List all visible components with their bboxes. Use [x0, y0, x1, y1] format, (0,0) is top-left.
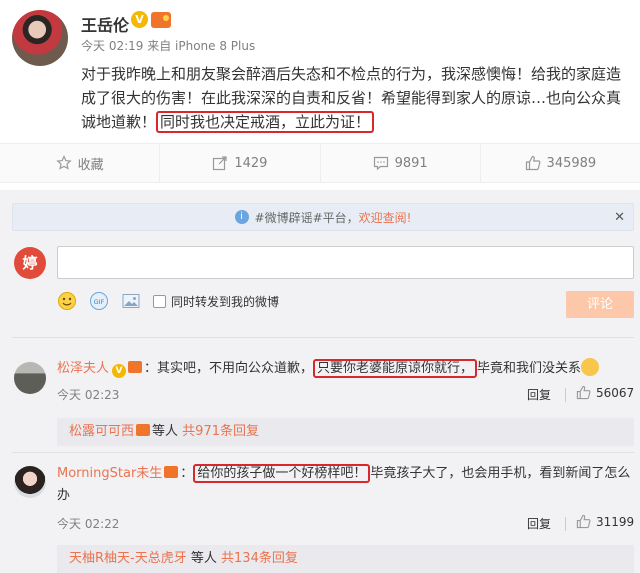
comment-text: ：其实吧，不用向公众道歉，	[144, 361, 314, 376]
comment-input[interactable]	[57, 246, 634, 279]
comment-like-count: 31199	[596, 514, 635, 529]
like-icon	[576, 385, 591, 400]
vip-badge-icon	[128, 361, 143, 373]
sub-replier-name[interactable]: 松露可可西	[69, 424, 134, 439]
comment-highlight: 只要你老婆能原谅你就行，	[313, 359, 478, 378]
verified-icon: V	[112, 364, 127, 378]
sub-reply-mid: 等人	[152, 424, 179, 439]
comment-like-count: 56067	[596, 385, 635, 400]
comment-like-button[interactable]: 31199	[576, 514, 634, 529]
comment-like-button[interactable]: 56067	[576, 385, 634, 400]
commenter-avatar[interactable]	[14, 466, 46, 498]
divider	[12, 452, 634, 453]
comment-icon	[373, 156, 388, 171]
commenter-avatar[interactable]	[14, 362, 46, 394]
comment-body: MorningStar未生：给你的孩子做一个好榜样吧！ 毕竟孩子大了，也会用手机，…	[57, 463, 634, 507]
comment-text: ：	[180, 466, 194, 481]
comment-highlight: 给你的孩子做一个好榜样吧！	[193, 464, 371, 483]
emoji-icon[interactable]	[57, 291, 77, 311]
star-icon	[55, 155, 72, 170]
submit-comment-button[interactable]: 评论	[566, 291, 634, 318]
composer-toolbar: GIF 同时转发到我的微博	[57, 291, 279, 311]
laugh-emoji-icon	[581, 358, 600, 376]
share-icon	[213, 156, 227, 171]
sub-reply-count[interactable]: 共134条回复	[221, 551, 298, 566]
share-button[interactable]: 1429	[160, 144, 321, 182]
like-count: 345989	[546, 155, 597, 171]
comment-body: 松泽夫人 V ：其实吧，不用向公众道歉， 只要你老婆能原谅你就行， 毕竟和我们没关系	[57, 358, 634, 380]
close-icon[interactable]: ✕	[614, 210, 625, 225]
favorite-label: 收藏	[77, 157, 104, 173]
post-content: 对于我昨晚上和朋友聚会醉酒后失态和不检点的行为，我深感懊悔！给我的家庭造成了很大…	[81, 62, 633, 134]
post-action-bar: 收藏 1429 9891 345989	[0, 143, 640, 183]
post-content-highlight: 同时我也决定戒酒，立此为证！	[156, 111, 375, 133]
forward-checkbox[interactable]	[153, 294, 166, 308]
like-icon	[525, 155, 540, 171]
rumor-notice-bar: i #微博辟谣#平台， 欢迎查阅! ✕	[12, 203, 634, 231]
post-card: 王岳伦 V 今天 02:19 来自 iPhone 8 Plus 对于我昨晚上和朋…	[0, 0, 640, 143]
sub-replies-box[interactable]: 松露可可西 等人 共971条回复	[57, 418, 634, 446]
sub-reply-count[interactable]: 共971条回复	[182, 424, 259, 439]
sub-replies-box[interactable]: 天柚R柚天-天总虎牙 等人 共134条回复	[57, 545, 634, 573]
notice-text: #微博辟谣#平台，	[254, 210, 359, 225]
poster-avatar[interactable]	[12, 10, 68, 66]
image-icon[interactable]	[121, 291, 141, 311]
like-icon	[576, 514, 591, 529]
commenter-name[interactable]: 松泽夫人	[57, 361, 109, 376]
vip-badge-icon	[136, 424, 151, 436]
favorite-button[interactable]: 收藏	[0, 144, 161, 182]
vip-badge-icon[interactable]	[151, 12, 171, 28]
notice-link[interactable]: 欢迎查阅!	[359, 209, 412, 226]
reply-button[interactable]: 回复	[527, 515, 551, 532]
gif-icon[interactable]: GIF	[89, 291, 109, 311]
svg-text:GIF: GIF	[94, 298, 105, 306]
comment-time: 今天 02:22	[57, 517, 120, 531]
forward-label: 同时转发到我的微博	[171, 294, 280, 309]
comment-time: 今天 02:23	[57, 388, 120, 402]
info-icon: i	[234, 210, 249, 224]
comment-count: 9891	[394, 155, 428, 171]
comment-button[interactable]: 9891	[321, 144, 481, 182]
comment-text-after: 毕竟和我们没关系	[477, 361, 582, 376]
poster-username[interactable]: 王岳伦	[81, 12, 129, 36]
share-count: 1429	[234, 155, 268, 171]
divider	[12, 337, 634, 338]
my-avatar[interactable]: 婷	[14, 247, 46, 279]
commenter-name[interactable]: MorningStar未生	[57, 466, 162, 481]
vip-badge-icon	[164, 466, 179, 478]
separator	[565, 517, 566, 531]
verified-icon: V	[131, 11, 148, 28]
reply-button[interactable]: 回复	[527, 386, 551, 403]
sub-reply-mid: 等人	[190, 551, 217, 566]
separator	[565, 388, 566, 402]
like-button[interactable]: 345989	[481, 144, 640, 182]
sub-replier-name[interactable]: 天柚R柚天-天总虎牙	[69, 551, 187, 566]
post-meta: 今天 02:19 来自 iPhone 8 Plus	[81, 39, 256, 53]
